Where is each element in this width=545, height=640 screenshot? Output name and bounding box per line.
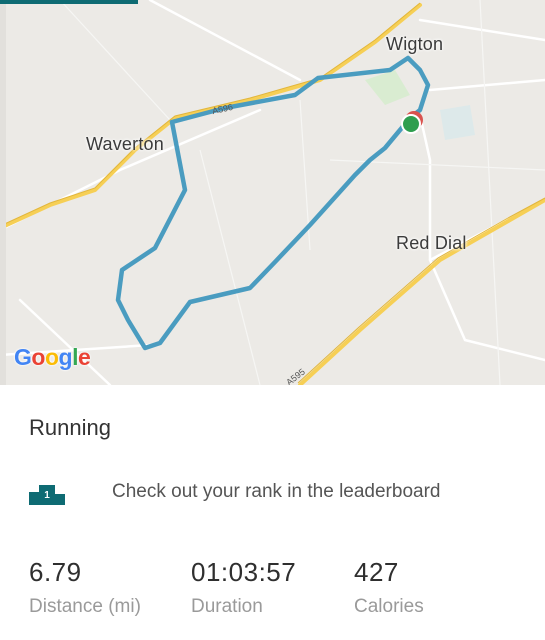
place-label-wigton: Wigton (386, 34, 444, 54)
google-logo-letter: G (14, 344, 32, 370)
google-logo-letter: o (44, 344, 59, 370)
stat-calories-label: Calories (354, 596, 424, 617)
route-map[interactable]: Wigton Waverton Red Dial A596 A595 Googl… (0, 0, 545, 385)
google-logo: Google (14, 344, 91, 371)
top-accent-bar (0, 0, 138, 4)
leaderboard-link[interactable]: 1 Check out your rank in the leaderboard (29, 479, 509, 509)
google-logo-letter: e (77, 344, 91, 370)
stat-distance-label: Distance (mi) (29, 596, 141, 617)
activity-summary-panel: Running 1 Check out your rank in the lea… (0, 385, 545, 640)
google-logo-letter: o (31, 344, 45, 370)
map-edge (0, 0, 6, 385)
stat-distance-value: 6.79 (29, 557, 82, 587)
stat-duration: 01:03:57 Duration (191, 557, 296, 618)
place-label-waverton: Waverton (86, 134, 164, 154)
stat-duration-label: Duration (191, 596, 263, 617)
podium-icon: 1 (29, 485, 65, 505)
leaderboard-label: Check out your rank in the leaderboard (112, 481, 441, 502)
svg-text:1: 1 (44, 490, 50, 501)
stat-calories: 427 Calories (354, 557, 424, 618)
activity-type-title: Running (29, 415, 111, 440)
stat-duration-value: 01:03:57 (191, 557, 297, 587)
google-logo-letter: g (58, 344, 73, 370)
place-label-red-dial: Red Dial (396, 233, 467, 253)
map-background (0, 0, 545, 385)
stat-calories-value: 427 (354, 557, 399, 587)
stat-distance: 6.79 Distance (mi) (29, 557, 141, 618)
